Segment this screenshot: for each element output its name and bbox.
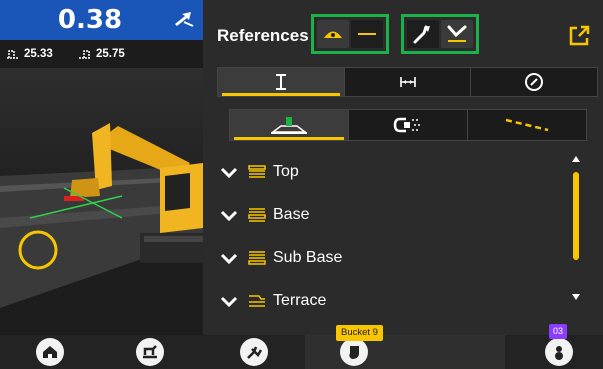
reference-display-group <box>311 14 389 54</box>
external-link-icon[interactable] <box>567 24 591 48</box>
chevron-down-icon <box>220 210 238 221</box>
alignment-icon <box>393 117 420 133</box>
bucket-button[interactable] <box>340 338 368 366</box>
dual-slope-icon <box>447 25 467 42</box>
dashed-line-icon <box>505 118 549 132</box>
layers-icon <box>248 250 266 265</box>
elevation-row: 25.33 25.75 <box>0 40 203 68</box>
left-panel: 0.38 25.33 25.75 <box>0 0 203 335</box>
layer-label: Terrace <box>273 291 327 309</box>
references-panel: References Top Base Sub Base Terrace <box>203 0 603 335</box>
tilt-bucket-icon <box>555 346 563 360</box>
list-item[interactable]: Base <box>217 193 547 236</box>
tilt-bucket-button[interactable] <box>545 338 573 366</box>
show-surface-button[interactable] <box>317 20 349 48</box>
single-slope-icon <box>413 25 430 44</box>
guidance-button[interactable] <box>240 338 268 366</box>
tab-surface[interactable] <box>230 110 349 140</box>
chevron-down-icon <box>220 296 238 307</box>
dual-slope-button[interactable] <box>441 20 473 48</box>
surface-eye-icon <box>324 31 342 38</box>
left-elevation: 25.33 <box>6 48 53 60</box>
grade-arrows-icon <box>175 12 194 27</box>
chevron-down-icon <box>220 167 238 178</box>
tab-alignment[interactable] <box>349 110 468 140</box>
left-elevation-value: 25.33 <box>24 48 53 60</box>
3d-machine-view[interactable] <box>0 68 203 335</box>
scroll-up-icon[interactable] <box>572 156 580 162</box>
machine-setup-button[interactable] <box>136 338 164 366</box>
excavator-bucket <box>70 178 100 198</box>
tab-horizontal[interactable] <box>345 68 472 96</box>
layer-scrollbar[interactable] <box>572 156 581 300</box>
right-elevation: 25.75 <box>78 48 125 60</box>
surface-icon <box>270 117 308 134</box>
left-edge-icon <box>7 50 19 59</box>
right-elevation-value: 25.75 <box>96 48 125 60</box>
bucket-section <box>305 335 505 369</box>
list-item[interactable]: Sub Base <box>217 236 547 279</box>
line-icon <box>358 33 376 35</box>
show-line-button[interactable] <box>351 20 383 48</box>
guidance-icon <box>247 346 263 359</box>
single-slope-button[interactable] <box>407 20 439 48</box>
notification-badge: 03 <box>549 324 567 339</box>
bucket-icon <box>349 346 359 359</box>
list-item[interactable]: Terrace <box>217 279 547 322</box>
tab-line[interactable] <box>468 110 586 140</box>
reference-mode-group <box>401 14 479 54</box>
references-title: References <box>217 26 309 45</box>
scroll-thumb[interactable] <box>573 172 579 260</box>
layer-label: Top <box>273 162 299 180</box>
chevron-down-icon <box>220 253 238 264</box>
scroll-down-icon[interactable] <box>572 294 580 300</box>
layer-label: Base <box>273 205 310 223</box>
tab-compass[interactable] <box>471 68 597 96</box>
layer-list: Top Base Sub Base Terrace <box>217 150 547 322</box>
list-item[interactable]: Top <box>217 150 547 193</box>
vertical-dimension-icon <box>275 74 286 90</box>
excavator-scene <box>0 123 203 335</box>
home-button[interactable] <box>36 338 64 366</box>
cut-fill-readout[interactable]: 0.38 <box>0 0 203 40</box>
bucket-label: Bucket 9 <box>336 325 383 341</box>
cut-fill-value: 0.38 <box>57 5 123 35</box>
horizontal-dimension-icon <box>399 77 416 87</box>
right-edge-icon <box>79 50 91 59</box>
machine-setup-icon <box>143 345 157 359</box>
layers-icon <box>248 164 266 178</box>
reference-source-tabs <box>229 109 587 141</box>
layers-icon <box>248 207 266 222</box>
bottom-nav <box>0 335 603 369</box>
home-icon <box>43 346 57 358</box>
machine-guidance-screen: 0.38 25.33 25.75 References Top Base Sub… <box>0 0 603 369</box>
terrace-icon <box>249 294 265 307</box>
compass-icon <box>525 73 544 91</box>
tab-vertical[interactable] <box>218 68 345 96</box>
reference-type-tabs <box>217 67 598 97</box>
layer-label: Sub Base <box>273 248 343 266</box>
